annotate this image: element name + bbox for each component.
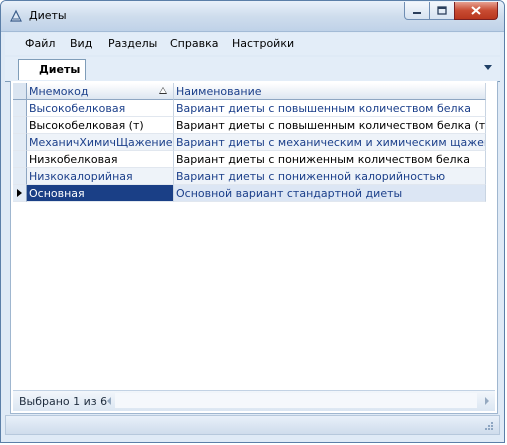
menu-view[interactable]: Вид bbox=[70, 37, 92, 50]
table-row[interactable]: Низкобелковая Вариант диеты с пониженным… bbox=[13, 151, 486, 168]
cell-code[interactable]: Высокобелковая (т) bbox=[27, 117, 174, 134]
row-indicator[interactable] bbox=[13, 117, 27, 134]
cell-name[interactable]: Основной вариант стандартной диеты bbox=[174, 185, 486, 202]
menu-bar: Файл Вид Разделы Справка Настройки bbox=[5, 33, 500, 55]
menu-sections[interactable]: Разделы bbox=[108, 37, 157, 50]
table-row[interactable]: МеханичХимичЩажение Вариант диеты с меха… bbox=[13, 134, 486, 151]
column-header-code[interactable]: Мнемокод bbox=[27, 83, 174, 100]
window-status-bar bbox=[5, 415, 500, 435]
minimize-icon bbox=[413, 11, 421, 14]
row-indicator[interactable] bbox=[13, 168, 27, 185]
scroll-right-icon[interactable] bbox=[485, 397, 489, 405]
tab-dropdown-icon[interactable] bbox=[484, 65, 492, 70]
column-header-code-label: Мнемокод bbox=[29, 85, 89, 98]
column-header-name[interactable]: Наименование bbox=[174, 83, 486, 100]
resize-grip-icon[interactable] bbox=[483, 420, 493, 430]
title-bar[interactable]: Диеты bbox=[1, 1, 504, 32]
table-row[interactable]: Высокобелковая (т) Вариант диеты с повыш… bbox=[13, 117, 486, 134]
table-row[interactable]: Высокобелковая Вариант диеты с повышенны… bbox=[13, 100, 486, 117]
row-indicator[interactable] bbox=[13, 100, 27, 117]
tab-diets[interactable]: Диеты bbox=[18, 59, 86, 80]
horizontal-scrollbar[interactable] bbox=[115, 393, 477, 408]
cell-code[interactable]: Основная bbox=[27, 185, 174, 202]
diets-grid: Мнемокод Наименование Высокобелковая Вар… bbox=[13, 83, 486, 202]
close-icon bbox=[471, 6, 481, 15]
menu-file[interactable]: Файл bbox=[25, 37, 55, 50]
sort-ascending-icon bbox=[159, 87, 167, 94]
row-indicator[interactable] bbox=[13, 134, 27, 151]
window-title: Диеты bbox=[29, 9, 67, 22]
cell-name[interactable]: Вариант диеты с механическим и химически… bbox=[174, 134, 486, 151]
grid-header: Мнемокод Наименование bbox=[13, 83, 486, 100]
diets-panel: Мнемокод Наименование Высокобелковая Вар… bbox=[10, 81, 498, 414]
table-row-selected[interactable]: Основная Основной вариант стандартной ди… bbox=[13, 185, 486, 202]
maximize-icon bbox=[437, 6, 447, 15]
row-indicator[interactable] bbox=[13, 151, 27, 168]
menu-settings[interactable]: Настройки bbox=[232, 37, 294, 50]
cell-code[interactable]: Низкокалорийная bbox=[27, 168, 174, 185]
app-icon bbox=[10, 9, 22, 22]
row-indicator[interactable] bbox=[13, 185, 27, 202]
scroll-left-icon[interactable] bbox=[107, 397, 111, 405]
maximize-button[interactable] bbox=[429, 2, 455, 20]
cell-code[interactable]: Низкобелковая bbox=[27, 151, 174, 168]
cell-name[interactable]: Вариант диеты с повышенным количеством б… bbox=[174, 117, 486, 134]
main-window: Диеты Файл Вид Разделы Справка Настройки… bbox=[0, 0, 505, 443]
tab-strip: Диеты bbox=[5, 57, 500, 82]
row-pointer-icon bbox=[17, 189, 22, 197]
grid-status-bar: Выбрано 1 из 6 bbox=[13, 390, 495, 411]
menu-help[interactable]: Справка bbox=[170, 37, 218, 50]
table-row[interactable]: Низкокалорийная Вариант диеты с пониженн… bbox=[13, 168, 486, 185]
cell-code[interactable]: Высокобелковая bbox=[27, 100, 174, 117]
close-button[interactable] bbox=[454, 2, 498, 20]
cell-name[interactable]: Вариант диеты с пониженной калорийностью bbox=[174, 168, 486, 185]
cell-code[interactable]: МеханичХимичЩажение bbox=[27, 134, 174, 151]
cell-name[interactable]: Вариант диеты с пониженным количеством б… bbox=[174, 151, 486, 168]
window-controls bbox=[404, 2, 498, 20]
cell-name[interactable]: Вариант диеты с повышенным количеством б… bbox=[174, 100, 486, 117]
selection-count: Выбрано 1 из 6 bbox=[19, 395, 108, 408]
minimize-button[interactable] bbox=[404, 2, 430, 20]
header-indicator-cell bbox=[13, 83, 27, 100]
